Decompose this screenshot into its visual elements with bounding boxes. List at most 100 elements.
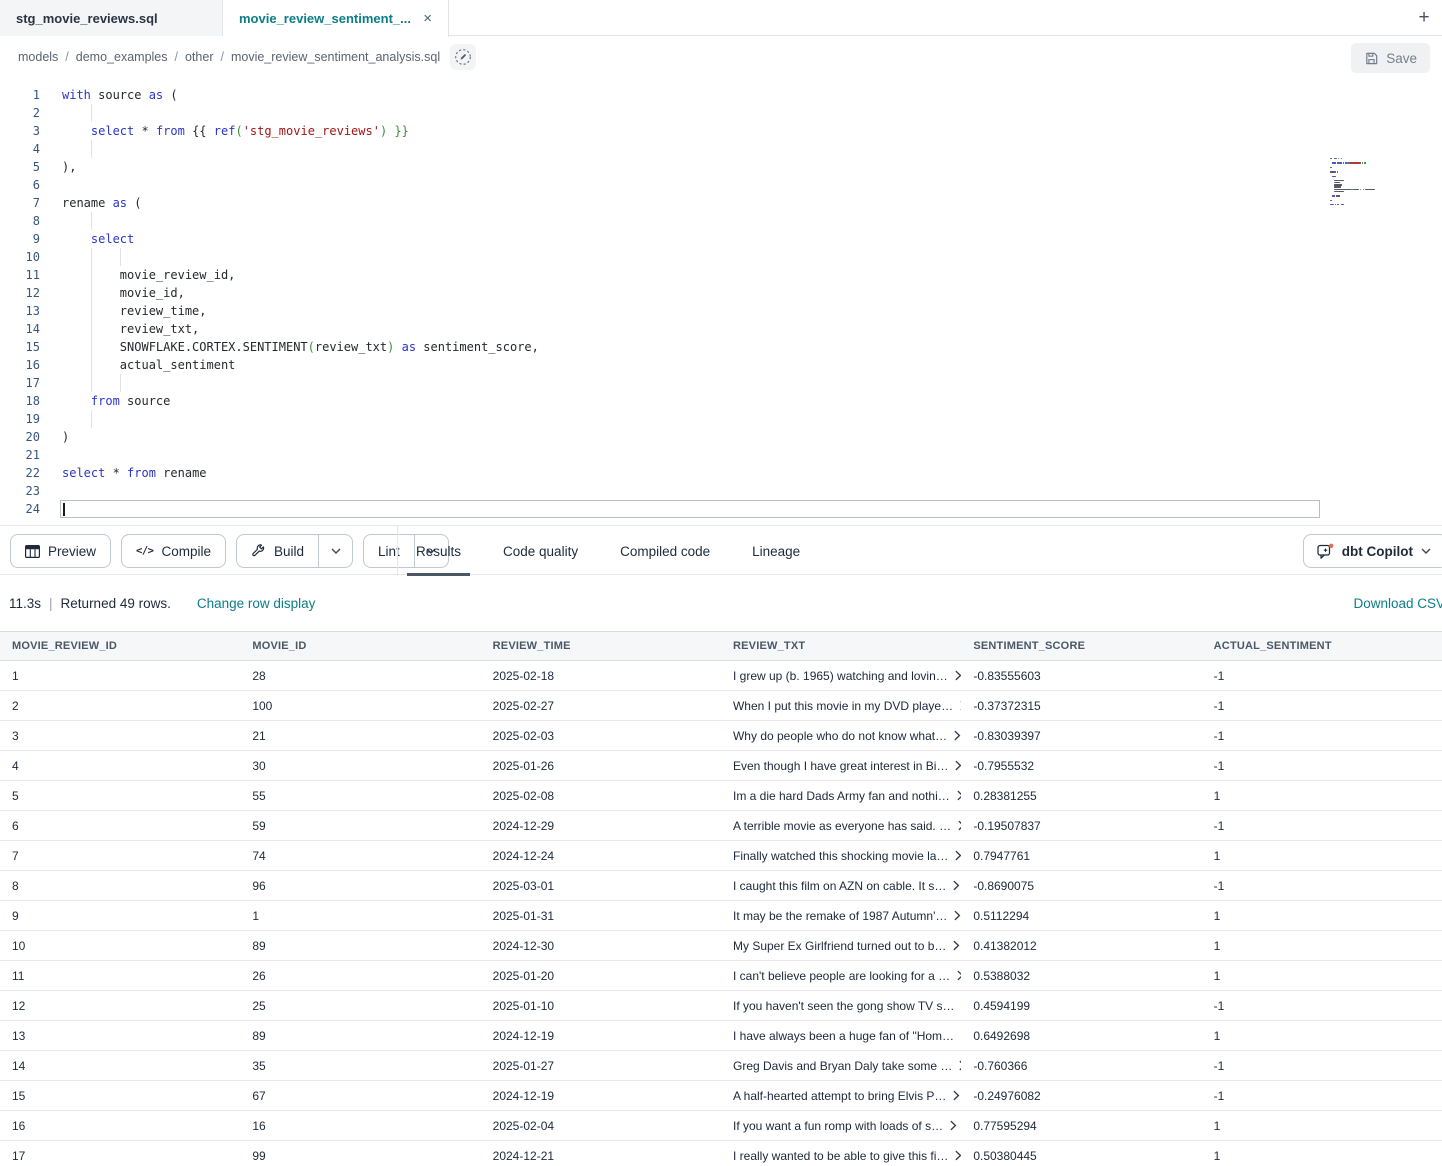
file-modified-icon[interactable]: [450, 44, 476, 70]
code-line[interactable]: 18 from source: [0, 392, 1442, 410]
code-line-content: movie_review_id,: [62, 266, 1442, 284]
download-csv-link[interactable]: Download CSV: [1353, 596, 1442, 611]
tab-results[interactable]: Results: [413, 526, 464, 576]
cell-movie-review-id: 6: [0, 811, 240, 840]
column-header-review_time[interactable]: REVIEW_TIME: [481, 632, 721, 660]
cell-review-txt: I can't believe people are looking for a…: [721, 961, 961, 990]
cell-actual-sentiment: -1: [1202, 991, 1442, 1020]
cell-review-txt: Why do people who do not know what…: [721, 721, 961, 750]
expand-row-icon[interactable]: [954, 910, 961, 921]
preview-button[interactable]: Preview: [10, 534, 111, 568]
file-tab-movie-review-sentiment[interactable]: movie_review_sentiment_... ×: [223, 0, 449, 37]
code-line[interactable]: 24: [0, 500, 1442, 518]
cell-review-txt: I grew up (b. 1965) watching and lovin…: [721, 661, 961, 690]
line-number: 12: [0, 284, 40, 302]
code-line[interactable]: 9 select: [0, 230, 1442, 248]
column-header-review_txt[interactable]: REVIEW_TXT: [721, 632, 961, 660]
build-label: Build: [274, 544, 304, 559]
review-text: Finally watched this shocking movie la…: [733, 849, 948, 863]
code-line[interactable]: 5),: [0, 158, 1442, 176]
indent-guide: [120, 248, 121, 266]
code-line[interactable]: 17: [0, 374, 1442, 392]
cell-actual-sentiment: 1: [1202, 931, 1442, 960]
new-tab-button[interactable]: +: [1412, 6, 1436, 30]
cell-actual-sentiment: 1: [1202, 1141, 1442, 1166]
code-line[interactable]: 12 movie_id,: [0, 284, 1442, 302]
cell-movie-id: 89: [240, 931, 480, 960]
panel-tabs: Results Code quality Compiled code Lineage: [413, 526, 803, 576]
expand-row-icon[interactable]: [953, 940, 960, 951]
build-dropdown-button[interactable]: [318, 535, 352, 567]
minimap[interactable]: [1330, 158, 1398, 211]
close-tab-icon[interactable]: ×: [423, 11, 432, 26]
code-line[interactable]: 19: [0, 410, 1442, 428]
code-line-content: [62, 482, 1442, 500]
code-line[interactable]: 7rename as (: [0, 194, 1442, 212]
code-line[interactable]: 13 review_time,: [0, 302, 1442, 320]
review-text: If you haven't seen the gong show TV s…: [733, 999, 955, 1013]
breadcrumb-item-other[interactable]: other: [185, 50, 214, 64]
code-line[interactable]: 16 actual_sentiment: [0, 356, 1442, 374]
cell-review-txt: Finally watched this shocking movie la…: [721, 841, 961, 870]
tab-compiled-code[interactable]: Compiled code: [617, 526, 713, 576]
code-line[interactable]: 23: [0, 482, 1442, 500]
code-line[interactable]: 1with source as (: [0, 86, 1442, 104]
breadcrumb-item-demo-examples[interactable]: demo_examples: [76, 50, 168, 64]
code-line[interactable]: 20): [0, 428, 1442, 446]
tab-lineage[interactable]: Lineage: [749, 526, 803, 576]
expand-row-icon[interactable]: [953, 880, 960, 891]
code-line[interactable]: 3 select * from {{ ref('stg_movie_review…: [0, 122, 1442, 140]
indent-guide: [91, 410, 92, 428]
cell-review-txt: Greg Davis and Bryan Daly take some …: [721, 1051, 961, 1080]
code-line-content: [62, 446, 1442, 464]
code-line[interactable]: 22select * from rename: [0, 464, 1442, 482]
lint-button[interactable]: Lint: [364, 535, 414, 567]
expand-row-icon[interactable]: [954, 730, 961, 741]
minimap-line: [1330, 184, 1398, 185]
code-line[interactable]: 10: [0, 248, 1442, 266]
minimap-line: [1330, 189, 1398, 190]
change-row-display-link[interactable]: Change row display: [197, 596, 316, 611]
code-editor[interactable]: 1with source as (23 select * from {{ ref…: [0, 78, 1442, 525]
column-header-actual_sentiment[interactable]: ACTUAL_SENTIMENT: [1202, 632, 1442, 660]
cell-actual-sentiment: 1: [1202, 1111, 1442, 1140]
code-line[interactable]: 8: [0, 212, 1442, 230]
file-tab-stg-movie-reviews[interactable]: stg_movie_reviews.sql: [0, 0, 223, 36]
column-header-movie_id[interactable]: MOVIE_ID: [240, 632, 480, 660]
code-line[interactable]: 11 movie_review_id,: [0, 266, 1442, 284]
dbt-copilot-button[interactable]: dbt Copilot: [1303, 534, 1442, 568]
code-line[interactable]: 6: [0, 176, 1442, 194]
minimap-line: [1330, 191, 1398, 192]
cell-sentiment-score: 0.6492698: [961, 1021, 1201, 1050]
code-line[interactable]: 4: [0, 140, 1442, 158]
column-header-sentiment_score[interactable]: SENTIMENT_SCORE: [961, 632, 1201, 660]
table-row: 16162025-02-04If you want a fun romp wit…: [0, 1111, 1442, 1141]
breadcrumb-separator: /: [65, 50, 68, 64]
expand-row-icon[interactable]: [953, 1090, 960, 1101]
cell-actual-sentiment: -1: [1202, 721, 1442, 750]
review-text: I have always been a huge fan of "Hom…: [733, 1029, 954, 1043]
line-number: 22: [0, 464, 40, 482]
expand-row-icon[interactable]: [950, 1120, 957, 1131]
tab-code-quality[interactable]: Code quality: [500, 526, 581, 576]
code-line[interactable]: 21: [0, 446, 1442, 464]
copilot-sparkle-chat-icon: [1317, 543, 1334, 560]
line-number: 1: [0, 86, 40, 104]
build-button[interactable]: Build: [237, 535, 318, 567]
compile-button[interactable]: </> Compile: [121, 534, 226, 568]
code-brackets-icon: </>: [136, 545, 153, 557]
code-line[interactable]: 15 SNOWFLAKE.CORTEX.SENTIMENT(review_txt…: [0, 338, 1442, 356]
cell-movie-id: 25: [240, 991, 480, 1020]
indent-guide: [91, 338, 92, 356]
cell-movie-review-id: 8: [0, 871, 240, 900]
column-header-movie_review_id[interactable]: MOVIE_REVIEW_ID: [0, 632, 240, 660]
save-button[interactable]: Save: [1351, 43, 1430, 73]
code-line[interactable]: 14 review_txt,: [0, 320, 1442, 338]
line-number: 18: [0, 392, 40, 410]
code-line-content: select * from {{ ref('stg_movie_reviews'…: [62, 122, 1442, 140]
breadcrumb-item-models[interactable]: models: [18, 50, 58, 64]
code-line[interactable]: 2: [0, 104, 1442, 122]
cell-movie-review-id: 4: [0, 751, 240, 780]
cell-movie-review-id: 2: [0, 691, 240, 720]
line-number: 24: [0, 500, 40, 518]
